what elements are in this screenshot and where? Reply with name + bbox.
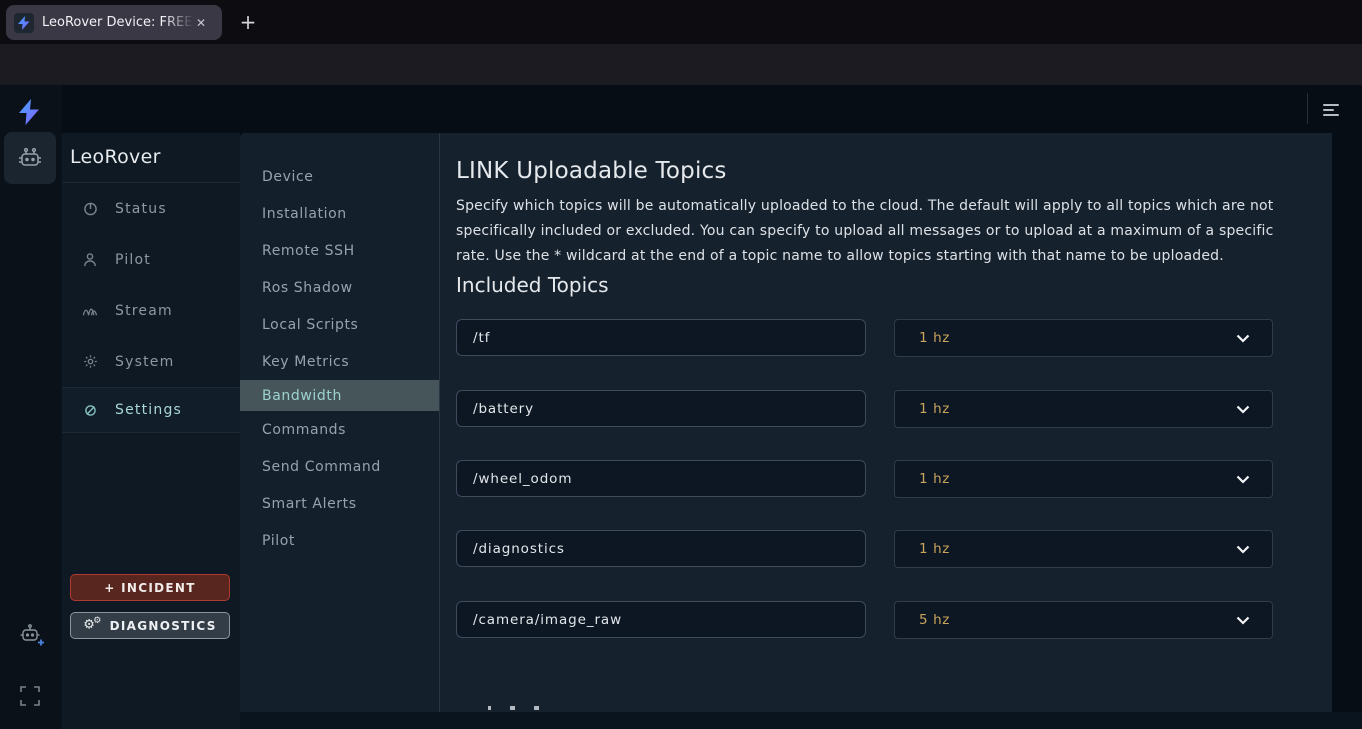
rate-value: 1 hz bbox=[919, 471, 1236, 487]
settings-nav-smart-alerts[interactable]: Smart Alerts bbox=[240, 485, 439, 522]
settings-nav-remote-ssh[interactable]: Remote SSH bbox=[240, 232, 439, 269]
topic-name-input[interactable] bbox=[456, 530, 866, 567]
nav-item-settings[interactable]: Settings bbox=[62, 387, 240, 433]
bottom-strip bbox=[240, 712, 1362, 729]
settings-nav-commands[interactable]: Commands bbox=[240, 411, 439, 448]
settings-nav-pilot[interactable]: Pilot bbox=[240, 522, 439, 559]
nav-item-system[interactable]: System bbox=[62, 336, 240, 387]
browser-tab-bar: LeoRover Device: FREED ✕ + bbox=[0, 0, 1362, 44]
settings-nav-key-metrics[interactable]: Key Metrics bbox=[240, 343, 439, 380]
included-topics-heading: Included Topics bbox=[456, 273, 609, 297]
settings-submenu: Device Installation Remote SSH Ros Shado… bbox=[240, 133, 440, 712]
topic-row: 1 hz ✕ bbox=[440, 530, 1332, 568]
tab-close-icon[interactable]: ✕ bbox=[196, 16, 206, 30]
settings-content-panel: Device Installation Remote SSH Ros Shado… bbox=[240, 133, 1332, 712]
settings-nav-local-scripts[interactable]: Local Scripts bbox=[240, 306, 439, 343]
new-tab-button[interactable]: + bbox=[234, 8, 262, 36]
diagnostics-label: DIAGNOSTICS bbox=[110, 619, 217, 633]
rate-value: 5 hz bbox=[919, 612, 1236, 628]
topic-row: 1 hz ✕ bbox=[440, 460, 1332, 498]
browser-tab[interactable]: LeoRover Device: FREED ✕ bbox=[6, 5, 222, 40]
tab-title: LeoRover Device: FREED bbox=[42, 15, 194, 30]
rate-dropdown[interactable]: 5 hz bbox=[894, 601, 1273, 639]
topic-name-input[interactable] bbox=[456, 390, 866, 427]
nav-item-status[interactable]: Status bbox=[62, 183, 240, 234]
nav-item-pilot[interactable]: Pilot bbox=[62, 234, 240, 285]
bandwidth-page: LINK Uploadable Topics Specify which top… bbox=[440, 133, 1332, 712]
rate-value: 1 hz bbox=[919, 401, 1236, 417]
rate-dropdown[interactable]: 1 hz bbox=[894, 530, 1273, 568]
browser-toolbar: ← → ↻ https bbox=[0, 44, 1362, 85]
topic-name-input[interactable] bbox=[456, 460, 866, 497]
gears-icon: ⚙⚙ bbox=[83, 617, 102, 631]
incident-button[interactable]: + INCIDENT bbox=[70, 574, 230, 601]
rate-dropdown[interactable]: 1 hz bbox=[894, 319, 1273, 357]
topic-row: 1 hz ✕ bbox=[440, 390, 1332, 428]
settings-nav-send-command[interactable]: Send Command bbox=[240, 448, 439, 485]
page-description: Specify which topics will be automatical… bbox=[456, 194, 1306, 269]
status-gauge-icon bbox=[82, 201, 98, 216]
rate-dropdown[interactable]: 1 hz bbox=[894, 390, 1273, 428]
page-title: LINK Uploadable Topics bbox=[456, 158, 727, 184]
settings-nav-ros-shadow[interactable]: Ros Shadow bbox=[240, 269, 439, 306]
add-device-icon[interactable] bbox=[15, 621, 45, 647]
screen: LeoRover Device: FREED ✕ + ← → ↻ bbox=[0, 0, 1362, 729]
settings-nav-installation[interactable]: Installation bbox=[240, 195, 439, 232]
stream-waves-icon bbox=[82, 304, 98, 317]
nav-label: Status bbox=[115, 201, 167, 217]
left-rail bbox=[0, 85, 62, 729]
header-divider bbox=[1307, 93, 1308, 124]
chevron-down-icon bbox=[1236, 475, 1250, 484]
system-gear-icon bbox=[82, 354, 98, 369]
active-device-button[interactable] bbox=[4, 132, 56, 184]
device-panel: LeoRover Status Pilot bbox=[62, 133, 240, 729]
pilot-person-icon bbox=[82, 252, 98, 267]
topic-row: 1 hz ✕ bbox=[440, 319, 1332, 357]
rate-dropdown[interactable]: 1 hz bbox=[894, 460, 1273, 498]
diagnostics-button[interactable]: ⚙⚙ DIAGNOSTICS bbox=[70, 612, 230, 639]
chevron-down-icon bbox=[1236, 545, 1250, 554]
topic-name-input[interactable] bbox=[456, 601, 866, 638]
settings-dial-icon bbox=[82, 404, 98, 417]
device-name: LeoRover bbox=[62, 133, 240, 183]
nav-label: Stream bbox=[115, 303, 173, 319]
topic-name-input[interactable] bbox=[456, 319, 866, 356]
chevron-down-icon bbox=[1236, 405, 1250, 414]
settings-nav-device[interactable]: Device bbox=[240, 158, 439, 195]
topic-row: 5 hz ✕ bbox=[440, 601, 1332, 639]
device-nav: Status Pilot Stream bbox=[62, 183, 240, 433]
nav-label: Pilot bbox=[115, 252, 151, 268]
app-menu-icon[interactable] bbox=[1323, 104, 1339, 116]
freedom-robotics-logo-icon[interactable] bbox=[18, 99, 40, 125]
settings-nav-bandwidth[interactable]: Bandwidth bbox=[240, 380, 439, 411]
chevron-down-icon bbox=[1236, 616, 1250, 625]
rate-value: 1 hz bbox=[919, 330, 1236, 346]
fullscreen-expand-icon[interactable] bbox=[20, 686, 40, 706]
rate-value: 1 hz bbox=[919, 541, 1236, 557]
nav-label: System bbox=[115, 354, 174, 370]
app-root: LeoRover Status Pilot bbox=[0, 85, 1362, 729]
lightning-favicon-icon bbox=[14, 13, 34, 33]
chevron-down-icon bbox=[1236, 334, 1250, 343]
rover-robot-icon bbox=[15, 146, 45, 170]
nav-item-stream[interactable]: Stream bbox=[62, 285, 240, 336]
nav-label: Settings bbox=[115, 402, 182, 418]
